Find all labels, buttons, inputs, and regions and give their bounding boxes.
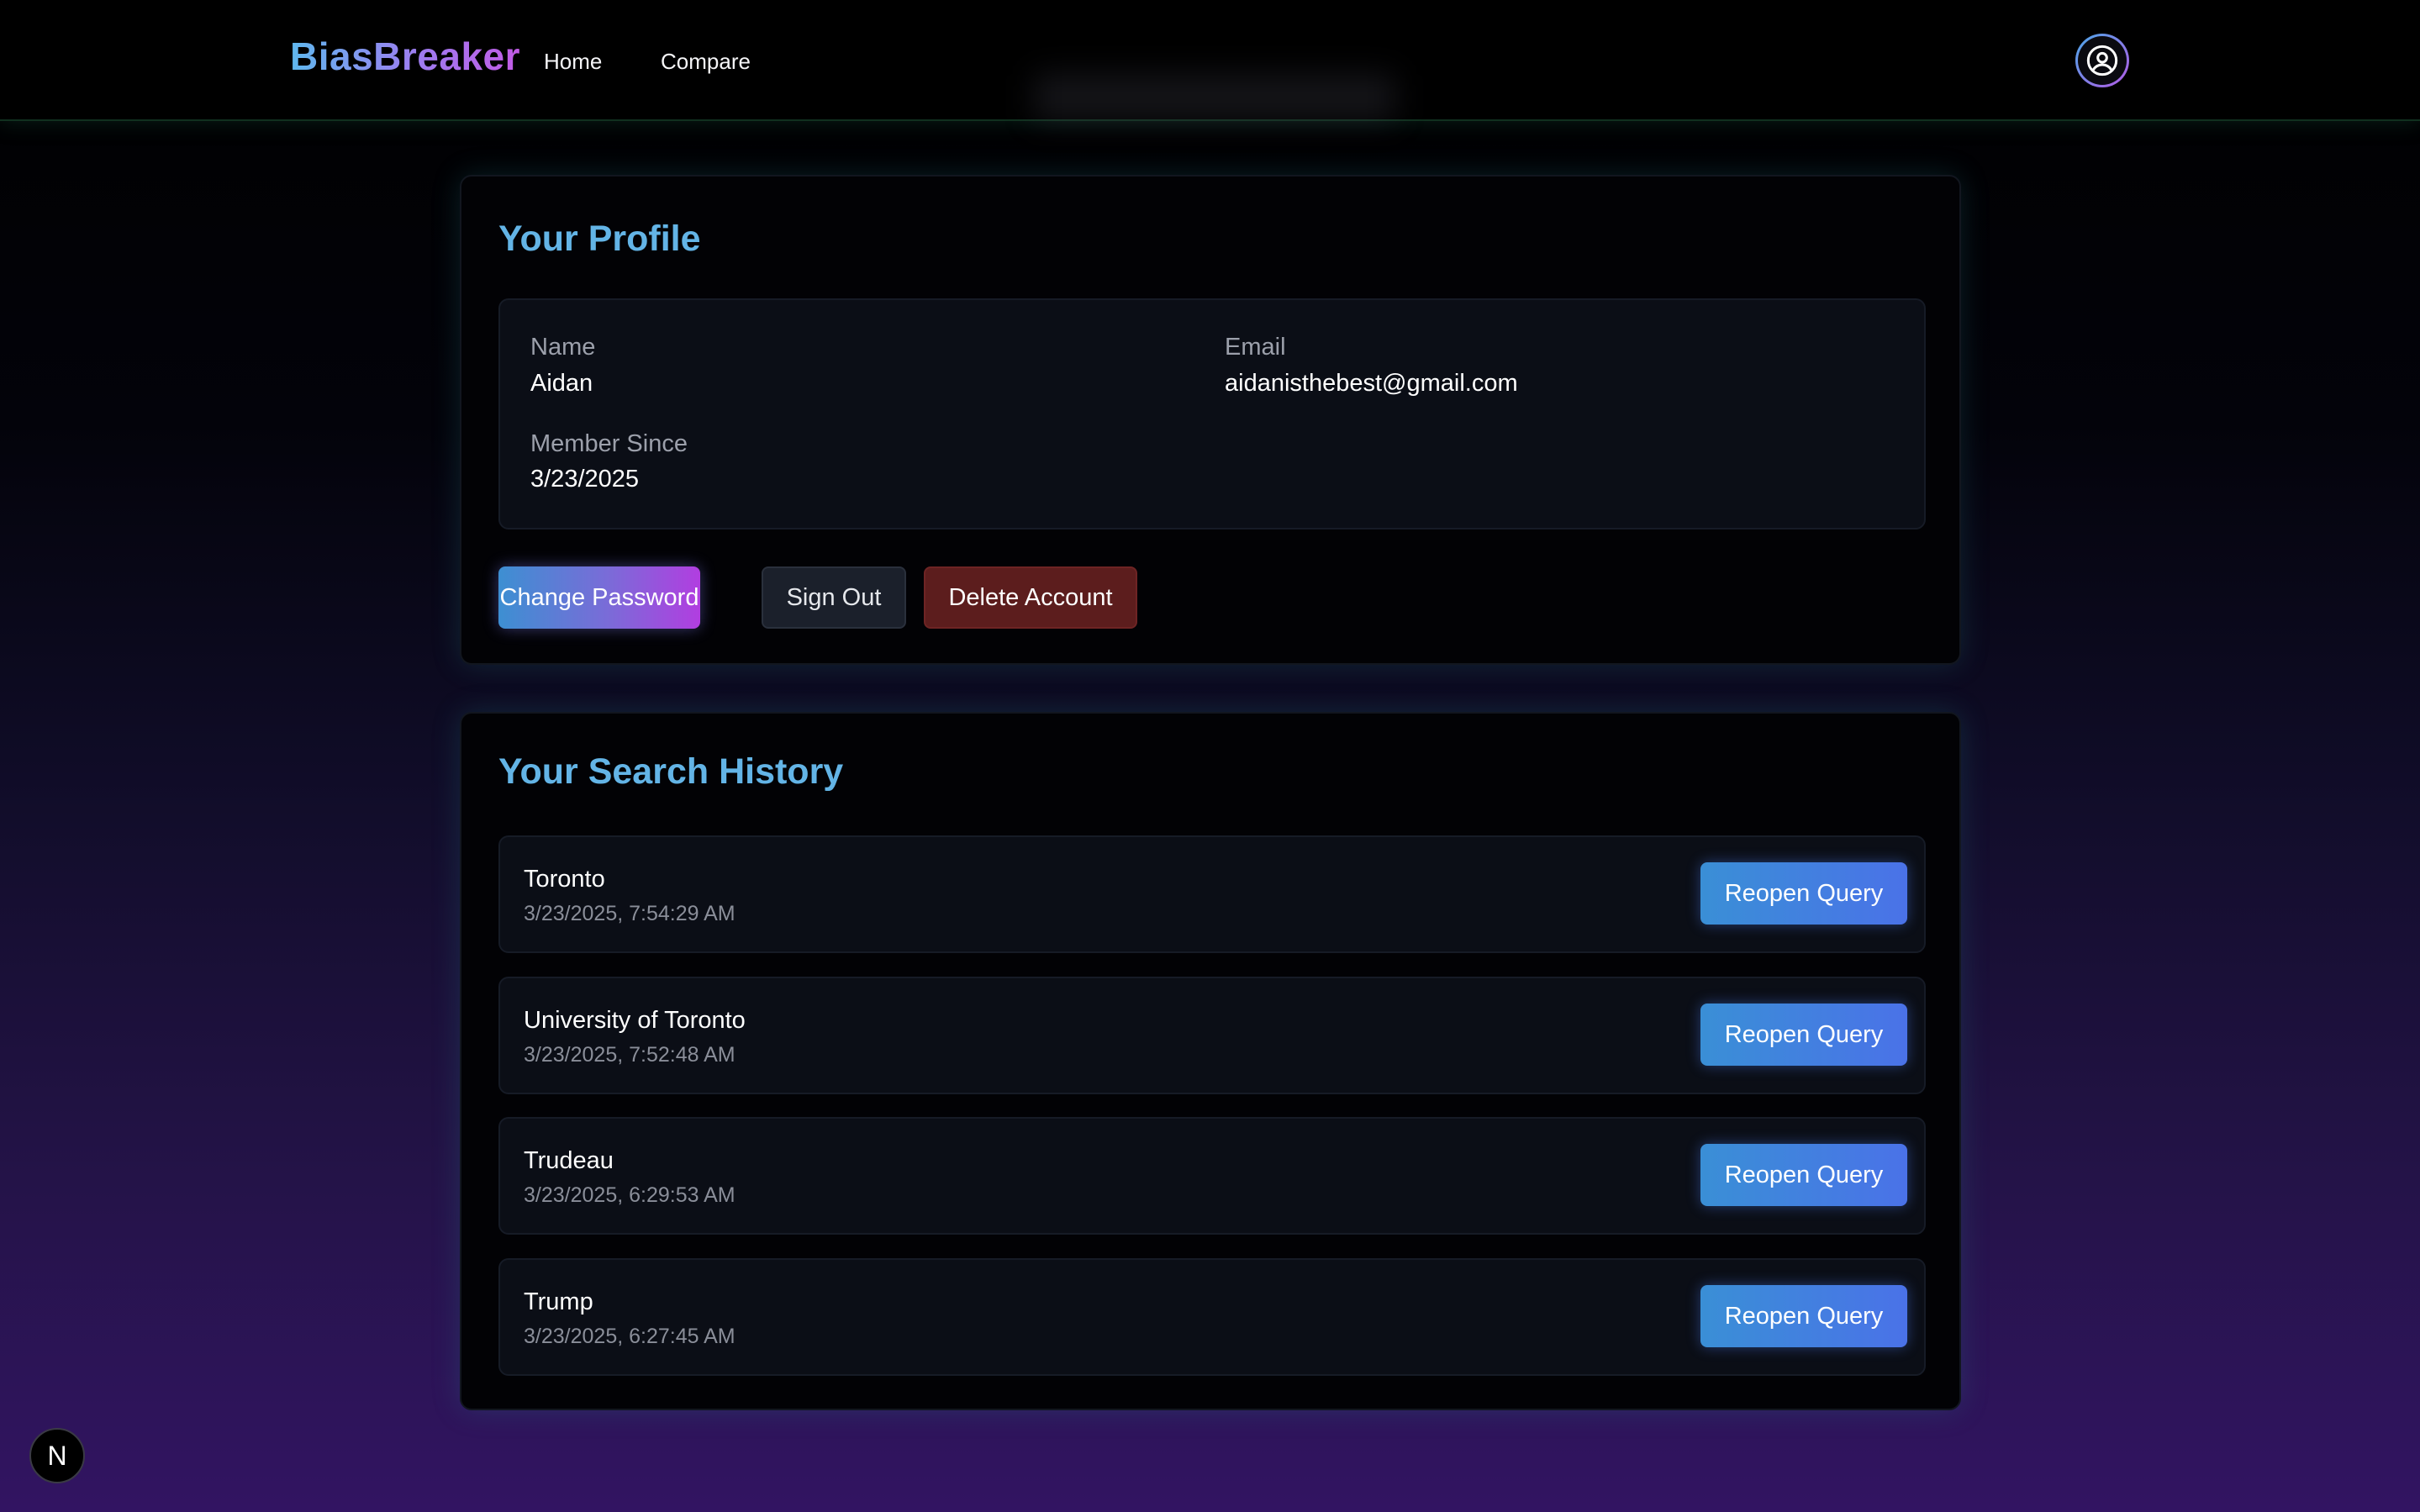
navbar: BiasBreaker Home Compare [0,0,2420,121]
history-query: University of Toronto [524,1007,746,1034]
reopen-query-button[interactable]: Reopen Query [1700,1004,1907,1066]
delete-account-button[interactable]: Delete Account [924,566,1137,629]
reopen-query-button[interactable]: Reopen Query [1700,1144,1907,1206]
name-label: Name [530,334,596,361]
profile-title: Your Profile [498,219,701,259]
email-value: aidanisthebest@gmail.com [1225,370,1518,397]
change-password-button[interactable]: Change Password [498,566,700,629]
profile-info-box: Name Aidan Email aidanisthebest@gmail.co… [498,298,1926,529]
user-circle-icon [2078,36,2127,85]
member-since-value: 3/23/2025 [530,466,640,493]
nav-link-home[interactable]: Home [544,49,602,75]
member-since-label: Member Since [530,430,688,457]
brand-logo[interactable]: BiasBreaker [290,34,520,79]
profile-avatar-button[interactable] [2075,34,2129,87]
nextjs-icon: N [47,1440,67,1471]
nav-link-compare[interactable]: Compare [661,49,751,75]
nav-ghost-overlay [1034,74,1395,121]
history-query: Trudeau [524,1147,614,1174]
name-value: Aidan [530,370,593,397]
history-timestamp: 3/23/2025, 7:52:48 AM [524,1043,735,1067]
reopen-query-button[interactable]: Reopen Query [1700,1285,1907,1347]
history-item: Trump 3/23/2025, 6:27:45 AM Reopen Query [498,1258,1926,1376]
search-history-card: Your Search History Toronto 3/23/2025, 7… [460,712,1961,1410]
reopen-query-button[interactable]: Reopen Query [1700,862,1907,925]
history-timestamp: 3/23/2025, 6:29:53 AM [524,1183,735,1207]
history-item: Toronto 3/23/2025, 7:54:29 AM Reopen Que… [498,835,1926,953]
email-label: Email [1225,334,1286,361]
search-history-title: Your Search History [498,751,844,792]
history-query: Toronto [524,866,605,893]
history-query: Trump [524,1288,593,1315]
history-timestamp: 3/23/2025, 6:27:45 AM [524,1325,735,1348]
history-timestamp: 3/23/2025, 7:54:29 AM [524,902,735,925]
sign-out-button[interactable]: Sign Out [762,566,906,629]
profile-card: Your Profile Name Aidan Email aidanisthe… [460,175,1961,665]
nextjs-dev-badge[interactable]: N [29,1428,85,1483]
history-item: University of Toronto 3/23/2025, 7:52:48… [498,977,1926,1094]
history-item: Trudeau 3/23/2025, 6:29:53 AM Reopen Que… [498,1117,1926,1235]
